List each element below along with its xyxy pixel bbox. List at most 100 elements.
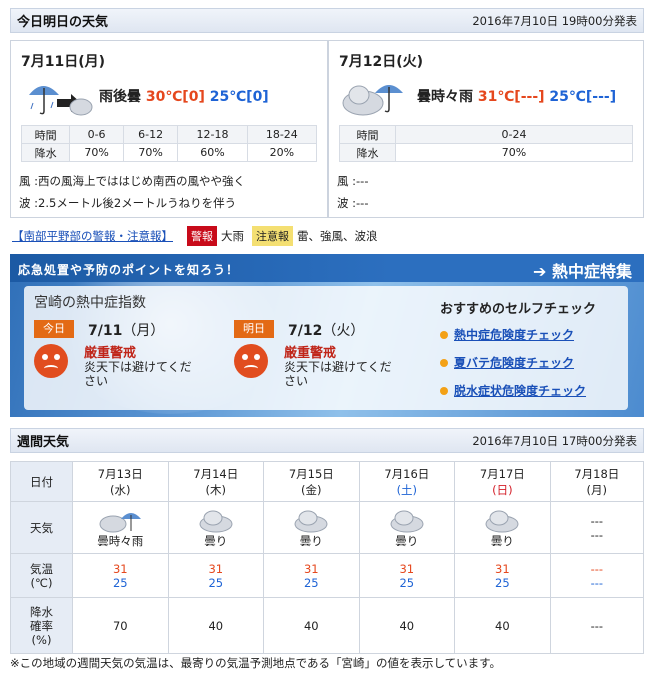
weekly-rain-cell: 40 (358, 597, 456, 654)
heat-date: 7/11（月） (88, 323, 165, 339)
time-header: 時間 (339, 125, 396, 144)
heatstroke-risk-check-link[interactable]: 熱中症危険度チェック (440, 326, 574, 343)
time-slot: 18-24 (246, 125, 318, 144)
dehydration-check-link[interactable]: 脱水症状危険度チェック (440, 382, 586, 399)
weekly-rain-cell: 40 (263, 597, 360, 654)
heat-date: 7/12（火） (288, 323, 365, 339)
weekly-rain-cell: 40 (454, 597, 551, 654)
weekly-forecast-table: 日付 7月13日 (水) 7月14日 (木) 7月15日 (金) 7月16日 (土) 7… (10, 461, 645, 654)
weather-row: 天気 曇時々雨 曇り 曇り 曇り 曇り --- --- (10, 501, 645, 554)
warning-badge: 警報 (187, 226, 217, 246)
weekly-weather-cell: 曇時々雨 (72, 501, 169, 554)
cloudy-icon (294, 510, 328, 532)
section-title: 今日明日の天気 (17, 15, 109, 30)
issued-time: 2016年7月10日 17時00分発表 (472, 433, 637, 448)
weekly-temp-cell: 31 25 (358, 553, 456, 598)
advisory-badge: 注意報 (252, 226, 293, 246)
warning-face-icon (34, 344, 68, 378)
rain-probability-table: 時間 0-24 降水 70% (339, 125, 633, 162)
forecast-summary: 雨後曇 30℃[0] 25℃[0] (99, 86, 269, 106)
high-temp: 31℃[---] (477, 89, 545, 105)
weather-text: 雨後曇 (99, 89, 141, 105)
row-label: 気温 (℃) (10, 553, 73, 598)
low-temp: 25℃[---] (549, 89, 617, 105)
weekly-temp-cell: 31 25 (167, 553, 265, 598)
heatstroke-banner[interactable]: 応急処置や予防のポイントを知ろう！ ➔ 熱中症特集 宮崎の熱中症指数 今日 7/… (10, 254, 644, 417)
warnings-bar: 【南部平野部の警報・注意報】 警報 大雨 注意報 雷、強風、波浪 (12, 226, 378, 246)
heat-index-title: 宮崎の熱中症指数 (34, 295, 146, 311)
weekly-date-cell: 7月16日 (土) (358, 461, 456, 502)
warning-items: 大雨 (221, 229, 244, 243)
low-temp: 25℃[0] (209, 89, 269, 105)
today-tomorrow-header: 今日明日の天気 2016年7月10日 19時00分発表 (10, 8, 644, 33)
weekly-weather-cell: 曇り (263, 501, 360, 554)
weekly-date-cell: 7月13日 (水) (72, 461, 169, 502)
cloudy-icon (390, 510, 424, 532)
warning-face-icon (234, 344, 268, 378)
time-slot: 0-6 (69, 125, 124, 144)
rain-then-cloudy-icon (29, 86, 93, 116)
forecast-date: 7月11日(月) (21, 54, 106, 70)
weekly-weather-cell: 曇り (358, 501, 456, 554)
summer-fatigue-check-link[interactable]: 夏バテ危険度チェック (440, 354, 574, 371)
weekly-weather-cell: --- --- (549, 501, 645, 554)
weather-text: 曇時々雨 (417, 89, 473, 105)
weekly-weather-cell: 曇り (454, 501, 551, 554)
heat-index-panel: 宮崎の熱中症指数 今日 7/11（月） 厳重警戒 炎天下は避けてください 明日 … (24, 286, 628, 410)
wind-forecast: 風 :西の風海上でははじめ南西の風やや強く (19, 174, 246, 188)
time-slot: 12-18 (177, 125, 248, 144)
cloudy-sometimes-rain-icon (342, 85, 403, 116)
cloudy-icon (199, 510, 233, 532)
arrow-right-icon: ➔ (533, 262, 547, 281)
wave-forecast: 波 :--- (337, 196, 369, 210)
weekly-temp-cell: 31 25 (263, 553, 360, 598)
cloudy-icon (485, 510, 519, 532)
forecast-day-today: 7月11日(月) 雨後曇 30℃[0] 25℃[0] 時間 0-6 6-12 1… (10, 40, 328, 218)
high-temp: 30℃[0] (145, 89, 205, 105)
time-slot: 0-24 (395, 125, 633, 144)
weekly-rain-cell: --- (549, 597, 645, 654)
rain-probability-table: 時間 0-6 6-12 12-18 18-24 降水 70% 70% 60% 2… (20, 125, 318, 162)
row-label: 天気 (10, 501, 73, 554)
warnings-link[interactable]: 【南部平野部の警報・注意報】 (12, 228, 173, 244)
cloudy-sometimes-rain-icon (99, 512, 142, 532)
date-row: 日付 7月13日 (水) 7月14日 (木) 7月15日 (金) 7月16日 (土) 7… (10, 461, 645, 502)
self-check-title: おすすめのセルフチェック (440, 302, 597, 317)
weekly-temp-cell: 31 25 (72, 553, 169, 598)
rain-value: 70% (395, 143, 633, 162)
heat-advice: 炎天下は避けてください (284, 360, 392, 388)
weekly-temp-cell: 31 25 (454, 553, 551, 598)
advisory-items: 雷、強風、波浪 (297, 229, 378, 243)
rain-header: 降水 (339, 143, 396, 162)
weekly-date-cell: 7月14日 (木) (167, 461, 265, 502)
forecast-day-tomorrow: 7月12日(火) 曇時々雨 31℃[---] 25℃[---] 時間 0-24 … (328, 40, 644, 218)
time-slot: 6-12 (122, 125, 179, 144)
rain-probability-row: 降水 確率 (%) 70 40 40 40 40 --- (10, 597, 645, 654)
banner-headline: 応急処置や予防のポイントを知ろう！ (18, 263, 240, 277)
banner-header: 応急処置や予防のポイントを知ろう！ ➔ 熱中症特集 (10, 254, 644, 282)
weekly-date-cell: 7月15日 (金) (263, 461, 360, 502)
rain-value: 70% (69, 143, 124, 162)
temperature-row: 気温 (℃) 31 25 31 25 31 25 31 25 31 25 --- --- (10, 553, 645, 598)
tomorrow-tag: 明日 (234, 320, 274, 338)
weekly-date-cell: 7月17日 (日) (454, 461, 551, 502)
section-title: 週間天気 (17, 435, 70, 450)
wind-forecast: 風 :--- (337, 174, 369, 188)
heat-level: 厳重警戒 (84, 346, 137, 361)
heat-advice: 炎天下は避けてください (84, 360, 192, 388)
time-header: 時間 (20, 125, 71, 144)
weekly-footnote: ※この地域の週間天気の気温は、最寄りの気温予測地点である「宮崎」の値を表示してい… (10, 656, 502, 670)
wave-forecast: 波 :2.5メートル後2メートルうねりを伴う (19, 196, 237, 210)
weekly-weather-cell: 曇り (167, 501, 265, 554)
heat-level: 厳重警戒 (284, 346, 337, 361)
issued-time: 2016年7月10日 19時00分発表 (472, 13, 637, 28)
heatstroke-feature-link[interactable]: ➔ 熱中症特集 (533, 258, 632, 282)
rain-header: 降水 (20, 143, 71, 162)
row-label: 日付 (10, 461, 73, 502)
weekly-rain-cell: 40 (167, 597, 265, 654)
today-tag: 今日 (34, 320, 74, 338)
weekly-weather-header: 週間天気 2016年7月10日 17時00分発表 (10, 428, 644, 453)
rain-value: 60% (177, 143, 248, 162)
rain-value: 20% (246, 143, 318, 162)
rain-value: 70% (122, 143, 179, 162)
